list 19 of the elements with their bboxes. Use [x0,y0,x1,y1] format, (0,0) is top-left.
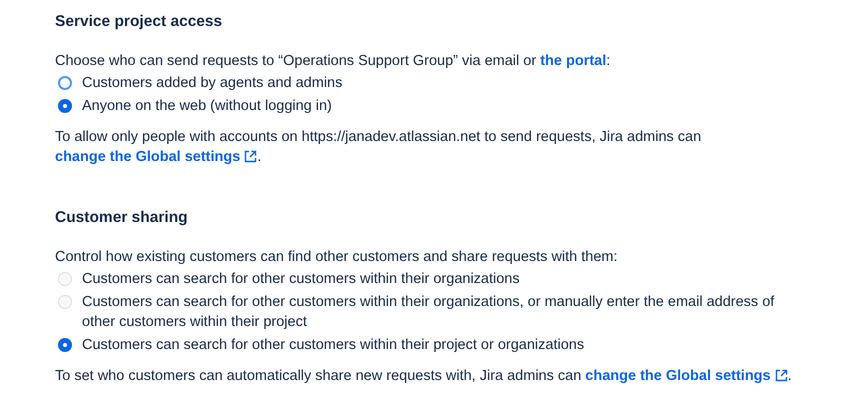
option-label: Customers added by agents and admins [82,74,342,93]
radio-button[interactable] [58,76,72,90]
description-text: Control how existing customers can find other customers and share requests with them: [55,248,619,267]
option-label: Customers can search for other customers within their project or organizations [82,336,584,355]
section-title: Service project access [55,12,224,32]
option-label: Customers can search for other customers within their organizations, or manually enter the email address of other customers within their project [82,293,776,332]
section-title: Customer sharing [55,208,189,228]
radio-button[interactable] [58,99,72,113]
link[interactable]: the portal [540,53,606,69]
link[interactable]: change the Global settings [585,368,788,384]
external-link-icon [244,150,258,163]
option-label: Customers can search for other customers within their organizations [82,270,520,289]
external-link-icon [774,369,788,382]
note-text: To allow only people with accounts on https://janadev.atlassian.net to send requests, Jira admins can change the Global settings . [55,128,702,167]
radio-button[interactable] [58,338,72,352]
link[interactable]: change the Global settings [55,149,258,165]
note-text: To set who customers can automatically share new requests with, Jira admins can change the Global settings . [55,367,793,386]
option-label: Anyone on the web (without logging in) [82,97,332,116]
description-text: Choose who can send requests to “Operations Support Group” via email or the portal: [55,52,612,71]
